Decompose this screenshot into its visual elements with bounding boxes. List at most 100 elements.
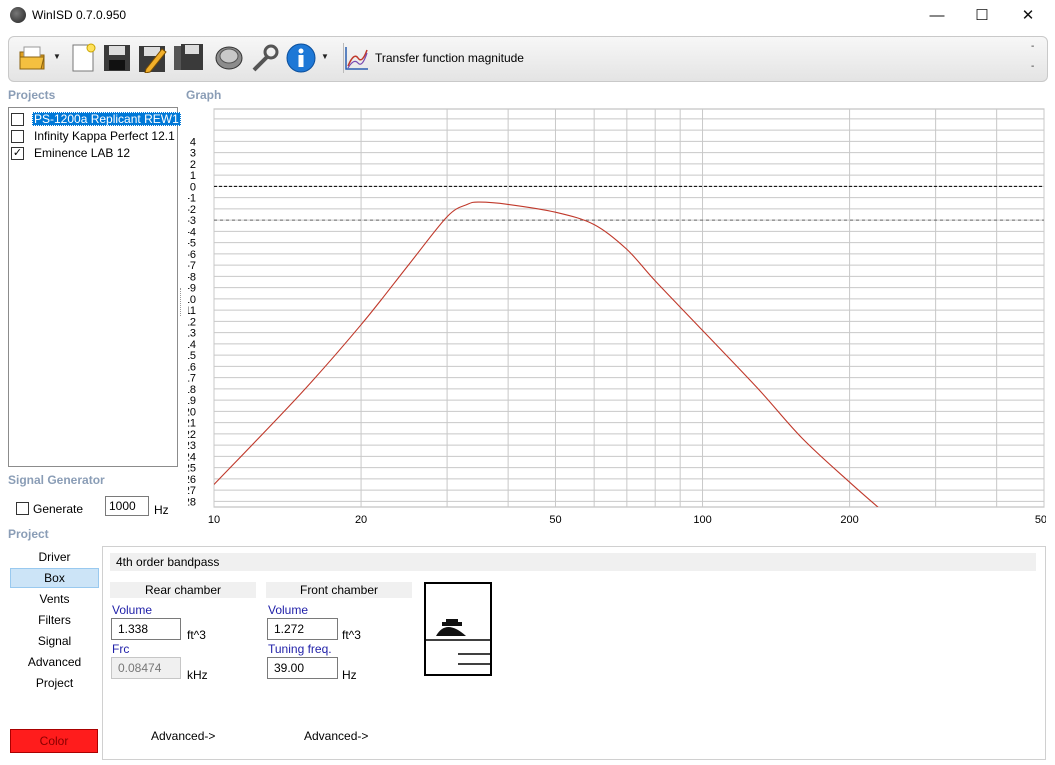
projects-list[interactable]: PS-1200a Replicant REW1 Infinity Kappa P… [8,107,181,467]
project-label[interactable]: PS-1200a Replicant REW1 [32,112,181,126]
nav-vents[interactable]: Vents [10,589,99,609]
y-tick-label: -26 [188,474,196,486]
y-tick-label: -23 [188,440,196,452]
project-nav-header: Project [8,527,49,541]
project-checkbox[interactable] [11,129,24,143]
rear-volume-input[interactable]: 1.338 [111,618,181,640]
frequency-unit: Hz [154,503,169,517]
x-tick-label: 50 [549,514,561,525]
rear-volume-label: Volume [112,603,153,617]
app-icon [10,7,26,23]
project-label[interactable]: Eminence LAB 12 [32,146,132,160]
project-checkbox[interactable] [11,112,24,126]
y-tick-label: 2 [190,159,196,171]
front-tuning-input[interactable]: 39.00 [267,657,338,679]
plot-frame [213,108,1045,508]
generate-checkbox[interactable] [16,502,29,515]
project-item[interactable]: Infinity Kappa Perfect 12.1 [11,128,177,144]
box-type-label: 4th order bandpass [110,553,1036,571]
y-tick-label: -2 [188,204,196,216]
window-title: WinISD 0.7.0.950 [32,8,127,22]
y-tick-label: -5 [188,238,196,250]
graph-type-label[interactable]: Transfer function magnitude [375,51,524,65]
x-tick-label: 100 [693,514,711,525]
y-tick-label: -20 [188,406,196,418]
x-tick-labels: 10 20 50 100 200 500 [208,514,1046,525]
x-tick-label: 500 [1035,514,1046,525]
graph-type-icon[interactable] [341,42,373,74]
project-item[interactable]: ✓ Eminence LAB 12 [11,145,132,161]
y-tick-label: -22 [188,429,196,441]
y-tick-label: -10 [188,294,196,306]
front-advanced-link[interactable]: Advanced-> [304,729,368,743]
save-as-icon[interactable] [137,42,169,74]
toolbar-dash-bottom: - [1031,61,1035,72]
nav-advanced[interactable]: Advanced [10,652,99,672]
y-tick-label: 0 [190,181,196,193]
x-tick-label: 200 [840,514,858,525]
y-tick-label: -19 [188,395,196,407]
nav-project[interactable]: Project [10,673,99,693]
projects-header: Projects [8,88,56,102]
rear-chamber-header: Rear chamber [110,582,256,598]
color-button[interactable]: Color [10,729,98,753]
graph-grid [213,108,1045,508]
frequency-input[interactable]: 1000 [105,496,149,516]
info-dropdown-icon[interactable]: ▼ [321,52,329,61]
toolbar-dash-top: - [1031,41,1035,52]
box-panel [102,546,1046,760]
splitter-handle[interactable] [180,288,184,316]
rear-volume-unit: ft^3 [187,628,206,642]
rear-frc-input: 0.08474 [111,657,181,679]
info-icon[interactable] [285,42,317,74]
nav-filters[interactable]: Filters [10,610,99,630]
front-tuning-unit: Hz [342,668,357,682]
y-tick-label: -25 [188,463,196,475]
y-tick-label: -16 [188,361,196,373]
driver-icon[interactable] [213,42,245,74]
front-volume-input[interactable]: 1.272 [267,618,338,640]
y-tick-label: -21 [188,418,196,430]
y-tick-label: -15 [188,350,196,362]
save-icon[interactable] [101,42,133,74]
maximize-button[interactable]: ☐ [959,0,1005,30]
new-project-icon[interactable] [67,42,99,74]
title-bar [0,0,1055,32]
close-button[interactable]: ✕ [1005,0,1051,30]
nav-driver[interactable]: Driver [10,547,99,567]
signal-generator-header: Signal Generator [8,473,105,487]
project-label[interactable]: Infinity Kappa Perfect 12.1 [32,129,177,143]
y-tick-labels: 43210-1-2-3-4-5-6-7-8-9-10-11-12-13-14-1… [188,136,196,508]
y-tick-label: -24 [188,451,196,463]
front-tuning-label: Tuning freq. [268,642,332,656]
y-tick-label: -13 [188,328,196,340]
y-tick-label: -6 [188,249,196,261]
generate-label: Generate [33,502,84,516]
y-tick-label: -9 [188,283,196,295]
project-checkbox-checked[interactable]: ✓ [11,146,24,160]
open-folder-icon[interactable] [17,42,49,74]
save-all-icon[interactable] [173,42,205,74]
rear-advanced-link[interactable]: Advanced-> [151,729,215,743]
nav-signal[interactable]: Signal [10,631,99,651]
minimize-button[interactable]: — [914,0,960,30]
open-dropdown-icon[interactable]: ▼ [53,52,61,61]
project-item[interactable]: PS-1200a Replicant REW1 [11,111,181,127]
y-tick-label: 3 [190,148,196,160]
y-tick-label: -18 [188,384,196,396]
y-tick-label: -7 [188,260,196,272]
y-tick-label: -17 [188,373,196,385]
y-tick-label: -11 [188,305,196,317]
wrench-icon[interactable] [249,42,281,74]
y-tick-label: -3 [188,215,196,227]
y-tick-label: -4 [188,226,196,238]
x-tick-label: 20 [355,514,367,525]
x-tick-label: 10 [208,514,220,525]
transfer-function-graph[interactable]: 43210-1-2-3-4-5-6-7-8-9-10-11-12-13-14-1… [188,105,1046,525]
front-chamber-header: Front chamber [266,582,412,598]
bandpass-box-diagram [424,582,492,676]
toolbar: ▼ ▼ Transfer function magnitude - - [8,36,1048,82]
graph-header: Graph [186,88,222,102]
nav-box[interactable]: Box [10,568,99,588]
y-tick-label: -12 [188,316,196,328]
